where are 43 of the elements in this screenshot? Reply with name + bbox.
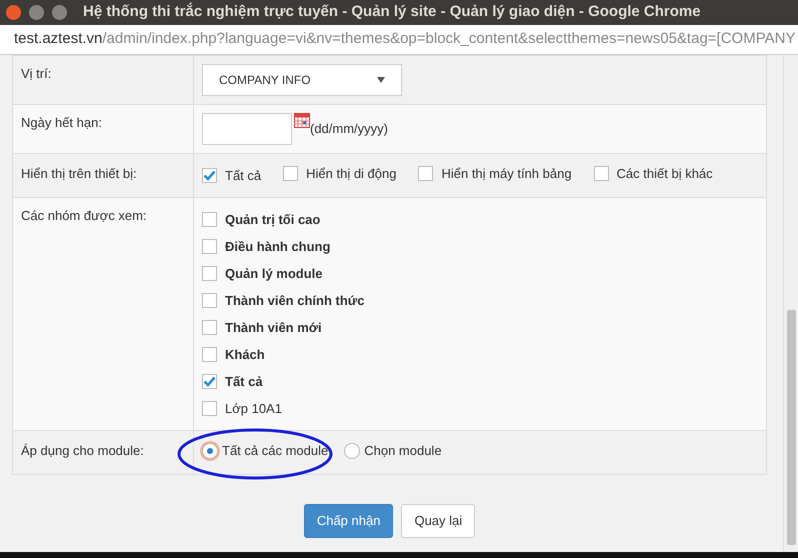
checkbox[interactable] <box>202 168 217 184</box>
back-button[interactable]: Quay lại <box>401 504 476 538</box>
group-label: Quản trị tối cao <box>225 210 320 228</box>
minimize-icon[interactable] <box>29 5 44 20</box>
checkbox[interactable] <box>202 320 217 335</box>
position-select[interactable]: COMPANY INFO <box>202 64 402 96</box>
option-label: Chọn module <box>364 442 442 460</box>
checkbox[interactable] <box>283 166 298 182</box>
checkbox[interactable] <box>202 266 217 281</box>
radio-button[interactable] <box>344 442 360 458</box>
maximize-icon[interactable] <box>52 5 67 20</box>
date-format-hint: (dd/mm/yyyy) <box>310 120 388 138</box>
calendar-icon[interactable] <box>294 113 310 128</box>
checkbox[interactable] <box>202 400 217 416</box>
group-label: Khách <box>225 346 265 364</box>
option-label: Tất cả các module <box>222 442 328 460</box>
checkbox[interactable] <box>594 166 609 182</box>
group-label: Quản lý module <box>225 264 323 283</box>
checkbox[interactable] <box>202 212 217 227</box>
option-label: Tất cả <box>225 167 262 185</box>
date-input[interactable] <box>202 113 292 145</box>
group-label: Lớp 10A1 <box>225 400 282 418</box>
window-title: Hệ thống thi trắc nghiệm trực tuyến - Quản lý site - Quản lý giao diện - Google Chrome <box>83 2 701 22</box>
close-icon[interactable] <box>6 5 21 20</box>
checkbox[interactable] <box>202 346 217 362</box>
group-label: Thành viên chính thức <box>225 292 364 310</box>
option-label: Các thiết bị khác <box>616 165 713 183</box>
scrollbar-thumb[interactable] <box>787 310 796 545</box>
option-label: Hiển thị di động <box>306 165 396 183</box>
radio-button[interactable] <box>202 442 218 458</box>
accept-button[interactable]: Chấp nhận <box>304 504 394 538</box>
url-text: test.aztest.vn/admin/index.php?language=vi&nv=themes&op=block_content&selectthemes=news05&tag=[COMPANY <box>14 29 796 50</box>
checkbox[interactable] <box>202 292 217 308</box>
group-label: Tất cả <box>225 372 263 390</box>
group-label: Điều hành chung <box>225 238 330 256</box>
address-bar[interactable]: test.aztest.vn/admin/index.php?language=vi&nv=themes&op=block_content&selectthemes=news05&tag=[COMPANY <box>0 25 798 55</box>
option-label: Hiển thị máy tính bảng <box>441 165 572 183</box>
checkbox[interactable] <box>202 374 217 389</box>
group-label: Thành viên mới <box>225 318 322 336</box>
checkbox[interactable] <box>418 166 434 182</box>
caret-icon <box>377 77 385 83</box>
checkbox[interactable] <box>202 238 217 254</box>
field-label: Áp dụng cho module: <box>13 430 194 474</box>
